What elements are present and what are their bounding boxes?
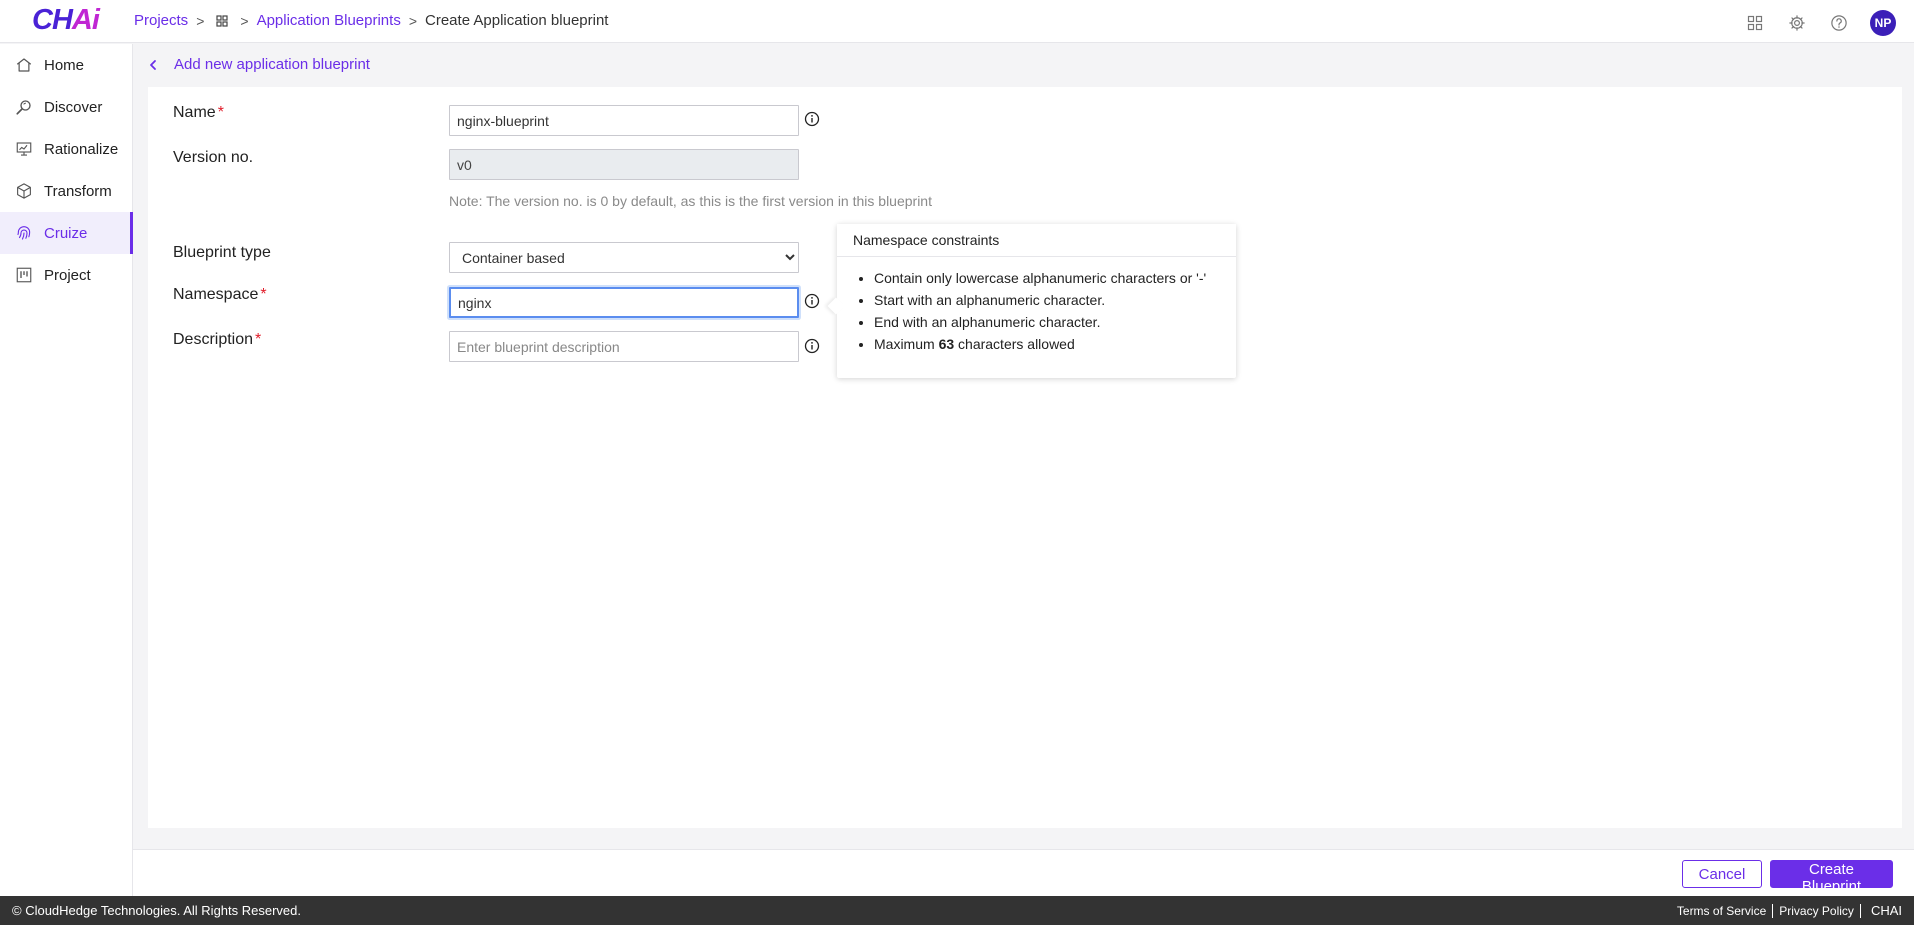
sidebar-item-transform[interactable]: Transform bbox=[0, 170, 132, 212]
version-label: Version no. bbox=[173, 149, 254, 166]
breadcrumb-application-blueprints[interactable]: Application Blueprints bbox=[257, 12, 401, 29]
help-icon[interactable] bbox=[1828, 12, 1850, 34]
sidebar-item-label: Discover bbox=[44, 98, 103, 116]
version-note: Note: The version no. is 0 by default, a… bbox=[449, 193, 932, 209]
header-icons: NP bbox=[1744, 10, 1896, 36]
sidebar-item-label: Rationalize bbox=[44, 140, 119, 158]
footer-links: Terms of Service Privacy Policy CHAI bbox=[1671, 903, 1902, 918]
page-title: Add new application blueprint bbox=[174, 56, 370, 73]
list-item: Maximum 63 characters allowed bbox=[874, 333, 1236, 355]
site-footer: © CloudHedge Technologies. All Rights Re… bbox=[0, 896, 1914, 925]
create-blueprint-button[interactable]: Create Blueprint bbox=[1770, 860, 1893, 895]
rationalize-icon bbox=[15, 140, 33, 158]
blueprint-type-label: Blueprint type bbox=[173, 244, 271, 261]
breadcrumb-separator: > bbox=[408, 12, 418, 29]
sidebar-item-home[interactable]: Home bbox=[0, 44, 132, 86]
cancel-button[interactable]: Cancel bbox=[1682, 860, 1762, 888]
discover-icon bbox=[15, 98, 33, 116]
sidebar-item-cruize[interactable]: Cruize bbox=[0, 212, 133, 254]
description-input[interactable] bbox=[449, 331, 799, 362]
chevron-left-icon bbox=[148, 58, 162, 72]
back-to-blueprints[interactable]: Add new application blueprint bbox=[148, 56, 370, 73]
breadcrumb-projects[interactable]: Projects bbox=[134, 12, 188, 29]
grid-icon[interactable] bbox=[216, 14, 228, 27]
privacy-link[interactable]: Privacy Policy bbox=[1773, 904, 1860, 918]
info-icon[interactable] bbox=[804, 338, 820, 354]
board-icon bbox=[15, 266, 33, 284]
sidebar-item-label: Cruize bbox=[44, 224, 88, 242]
tooltip-title: Namespace constraints bbox=[837, 224, 1236, 257]
list-item: Start with an alphanumeric character. bbox=[874, 289, 1236, 311]
top-header: CHAi Projects > > Application Blueprints… bbox=[0, 0, 1914, 43]
description-label: Description * bbox=[173, 331, 262, 348]
sidebar-item-label: Transform bbox=[44, 182, 112, 200]
terms-link[interactable]: Terms of Service bbox=[1671, 904, 1772, 918]
apps-grid-icon[interactable] bbox=[1744, 12, 1766, 34]
name-label: Name * bbox=[173, 104, 224, 121]
required-marker: * bbox=[255, 331, 262, 348]
info-icon[interactable] bbox=[804, 111, 820, 127]
sidebar-item-project[interactable]: Project bbox=[0, 254, 132, 296]
sidebar-item-label: Project bbox=[44, 266, 91, 284]
form-action-bar: Cancel Create Blueprint bbox=[133, 849, 1914, 896]
home-icon bbox=[15, 56, 33, 74]
version-input bbox=[449, 149, 799, 180]
list-item: End with an alphanumeric character. bbox=[874, 311, 1236, 333]
breadcrumb-separator: > bbox=[240, 12, 249, 29]
breadcrumb: Projects > > Application Blueprints > Cr… bbox=[134, 12, 608, 29]
user-avatar[interactable]: NP bbox=[1870, 10, 1896, 36]
namespace-input[interactable] bbox=[449, 287, 799, 318]
cube-icon bbox=[15, 182, 33, 200]
breadcrumb-current: Create Application blueprint bbox=[425, 12, 609, 29]
namespace-constraints-tooltip: Namespace constraints Contain only lower… bbox=[837, 224, 1236, 378]
list-item: Contain only lowercase alphanumeric char… bbox=[874, 267, 1236, 289]
fingerprint-icon bbox=[15, 224, 33, 242]
sidebar: Home Discover Rationalize Transform Crui… bbox=[0, 44, 133, 896]
blueprint-type-select[interactable]: Container based bbox=[449, 242, 799, 273]
required-marker: * bbox=[260, 286, 267, 303]
sidebar-item-discover[interactable]: Discover bbox=[0, 86, 132, 128]
required-marker: * bbox=[217, 104, 224, 121]
sidebar-item-rationalize[interactable]: Rationalize bbox=[0, 128, 132, 170]
chai-logo[interactable]: CHAi bbox=[32, 4, 100, 37]
tooltip-list: Contain only lowercase alphanumeric char… bbox=[837, 257, 1236, 355]
gear-icon[interactable] bbox=[1786, 12, 1808, 34]
breadcrumb-separator: > bbox=[196, 12, 205, 29]
copyright-text: © CloudHedge Technologies. All Rights Re… bbox=[12, 903, 302, 918]
sidebar-item-label: Home bbox=[44, 56, 85, 74]
name-input[interactable] bbox=[449, 105, 799, 136]
namespace-label: Namespace * bbox=[173, 286, 267, 303]
footer-brand: CHAI bbox=[1870, 903, 1902, 918]
info-icon[interactable] bbox=[804, 293, 820, 309]
form-card bbox=[148, 87, 1902, 828]
